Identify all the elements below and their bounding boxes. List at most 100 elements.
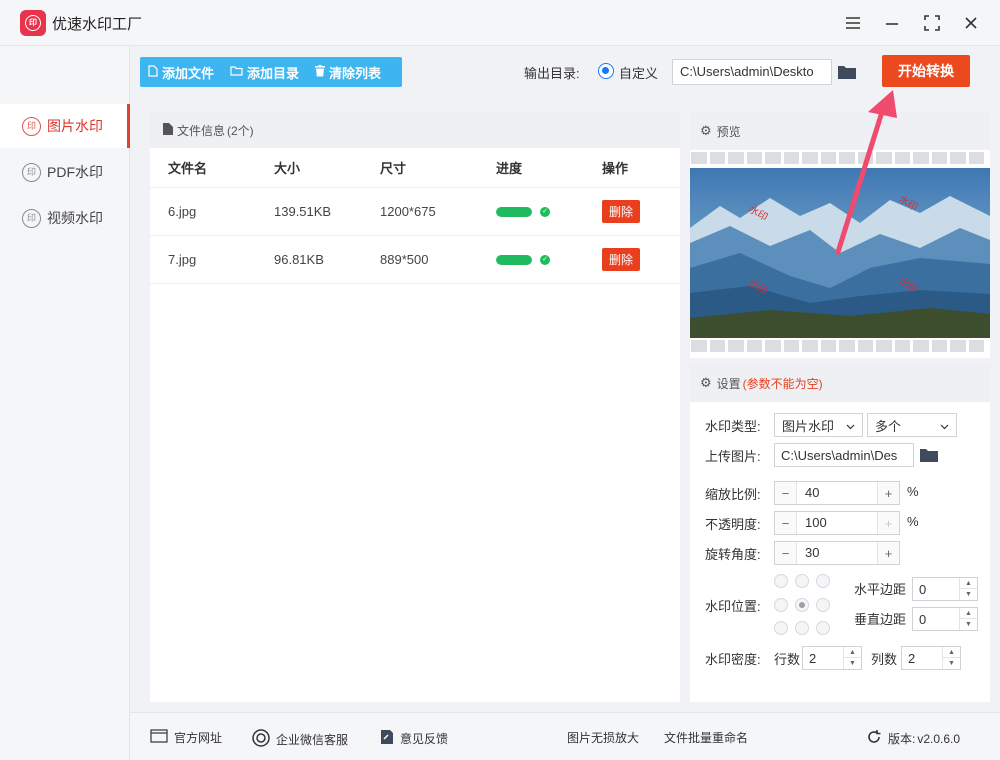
- opacity-value[interactable]: 100: [797, 512, 877, 534]
- browse-image-folder-icon[interactable]: [918, 444, 940, 466]
- website-icon: [150, 729, 168, 746]
- rows-value[interactable]: 2: [809, 651, 816, 666]
- app-title: 优速水印工厂: [52, 16, 143, 33]
- batch-rename-link[interactable]: 文件批量重命名: [664, 729, 748, 746]
- position-middle-left[interactable]: [774, 598, 788, 612]
- position-bottom-right[interactable]: [816, 621, 830, 635]
- check-icon: ✓: [540, 254, 550, 265]
- spin-up-icon[interactable]: ▲: [844, 647, 861, 658]
- v-margin-value[interactable]: 0: [919, 612, 926, 627]
- close-icon[interactable]: [958, 10, 984, 36]
- lossless-enlarge-link[interactable]: 图片无损放大: [567, 729, 639, 746]
- custom-output-radio[interactable]: [598, 63, 614, 79]
- website-link[interactable]: 官方网址: [150, 729, 222, 746]
- settings-note: (参数不能为空): [742, 376, 823, 391]
- spin-up-icon[interactable]: ▲: [960, 608, 977, 619]
- rotation-stepper[interactable]: − 30 +: [774, 541, 900, 565]
- add-file-button[interactable]: 添加文件: [140, 57, 222, 87]
- spin-up-icon[interactable]: ▲: [960, 578, 977, 589]
- scale-stepper[interactable]: − 40 +: [774, 481, 900, 505]
- sidebar-item-pdf-watermark[interactable]: 印 PDF水印: [0, 150, 130, 194]
- file-dims: 889*500: [380, 252, 429, 267]
- cols-spinner[interactable]: 2 ▲ ▼: [901, 646, 961, 670]
- watermark-count-select[interactable]: 多个: [867, 413, 957, 437]
- browse-output-folder-icon[interactable]: [836, 61, 858, 83]
- file-info-title: 文件信息: [177, 123, 226, 138]
- h-margin-spinner[interactable]: 0 ▲ ▼: [912, 577, 978, 601]
- spin-down-icon[interactable]: ▼: [960, 619, 977, 630]
- wechat-label: 企业微信客服: [276, 733, 349, 747]
- spin-up-icon[interactable]: ▲: [943, 647, 960, 658]
- clear-list-button[interactable]: 清除列表: [307, 57, 389, 87]
- decrement-button[interactable]: −: [775, 542, 797, 564]
- output-dir-label: 输出目录:: [524, 66, 580, 81]
- watermark-type-select[interactable]: 图片水印: [774, 413, 863, 437]
- progress-bar: [496, 206, 532, 217]
- folder-outline-icon: [230, 65, 243, 79]
- position-bottom-center[interactable]: [795, 621, 809, 635]
- progress-fill: [496, 254, 532, 265]
- decrement-button[interactable]: −: [775, 512, 797, 534]
- start-convert-button[interactable]: 开始转换: [882, 55, 970, 87]
- refresh-icon[interactable]: [866, 729, 882, 748]
- file-size: 96.81KB: [274, 252, 324, 267]
- rows-spinner[interactable]: 2 ▲ ▼: [802, 646, 862, 670]
- decrement-button[interactable]: −: [775, 482, 797, 504]
- add-folder-button[interactable]: 添加目录: [222, 57, 307, 87]
- rotation-value[interactable]: 30: [797, 542, 877, 564]
- progress-cell: ✓: [496, 236, 550, 283]
- menu-icon[interactable]: [840, 10, 866, 36]
- table-row[interactable]: 6.jpg 139.51KB 1200*675 ✓ 删除: [150, 188, 680, 236]
- preview-image: 水印 水印 水印 水印: [690, 168, 990, 338]
- delete-button[interactable]: 删除: [602, 200, 641, 223]
- table-row[interactable]: 7.jpg 96.81KB 889*500 ✓ 删除: [150, 236, 680, 284]
- chevron-down-icon: [846, 418, 855, 433]
- position-label: 水印位置:: [705, 599, 761, 614]
- output-path-field[interactable]: C:\Users\admin\Deskto: [672, 59, 832, 85]
- position-top-right[interactable]: [816, 574, 830, 588]
- sidebar-item-image-watermark[interactable]: 印 图片水印: [0, 104, 130, 148]
- preview-panel: ⚙ 预览 水印 水印 水印 水印: [690, 112, 990, 358]
- spin-down-icon[interactable]: ▼: [844, 658, 861, 669]
- position-center[interactable]: [795, 598, 809, 612]
- position-middle-right[interactable]: [816, 598, 830, 612]
- version-info: 版本: v2.0.6.0: [866, 729, 960, 748]
- maximize-icon[interactable]: [919, 10, 945, 36]
- scale-value[interactable]: 40: [797, 482, 877, 504]
- col-size: 大小: [274, 161, 301, 176]
- gear-icon: ⚙: [700, 375, 712, 390]
- h-margin-label: 水平边距: [854, 582, 907, 597]
- settings-header: ⚙ 设置 (参数不能为空): [690, 364, 990, 402]
- document-icon: [163, 122, 173, 138]
- table-header: 文件名 大小 尺寸 进度 操作: [150, 148, 680, 188]
- spin-down-icon[interactable]: ▼: [943, 658, 960, 669]
- position-top-left[interactable]: [774, 574, 788, 588]
- file-dims: 1200*675: [380, 204, 436, 219]
- feedback-label: 意见反馈: [400, 732, 449, 746]
- increment-button[interactable]: +: [877, 482, 899, 504]
- version-label: 版本:: [888, 732, 916, 746]
- increment-button[interactable]: +: [877, 542, 899, 564]
- progress-bar: [496, 254, 532, 265]
- position-top-center[interactable]: [795, 574, 809, 588]
- watermark-type-value: 图片水印: [782, 418, 835, 434]
- spin-down-icon[interactable]: ▼: [960, 589, 977, 600]
- file-name: 7.jpg: [168, 252, 197, 267]
- sidebar-item-label: 视频水印: [47, 210, 103, 226]
- h-margin-value[interactable]: 0: [919, 582, 926, 597]
- increment-button[interactable]: +: [877, 512, 899, 534]
- upload-image-path[interactable]: C:\Users\admin\Des: [774, 443, 914, 467]
- sidebar-item-video-watermark[interactable]: 印 视频水印: [0, 196, 130, 240]
- preview-title: 预览: [716, 124, 741, 139]
- website-label: 官方网址: [174, 731, 223, 745]
- cols-value[interactable]: 2: [908, 651, 915, 666]
- v-margin-spinner[interactable]: 0 ▲ ▼: [912, 607, 978, 631]
- delete-button[interactable]: 删除: [602, 248, 641, 271]
- col-action: 操作: [602, 161, 629, 176]
- feedback-link[interactable]: 意见反馈: [380, 729, 448, 748]
- minimize-icon[interactable]: [879, 10, 905, 36]
- file-icon: [148, 64, 158, 80]
- opacity-stepper[interactable]: − 100 +: [774, 511, 900, 535]
- position-bottom-left[interactable]: [774, 621, 788, 635]
- wechat-support-link[interactable]: 企业微信客服: [252, 729, 348, 750]
